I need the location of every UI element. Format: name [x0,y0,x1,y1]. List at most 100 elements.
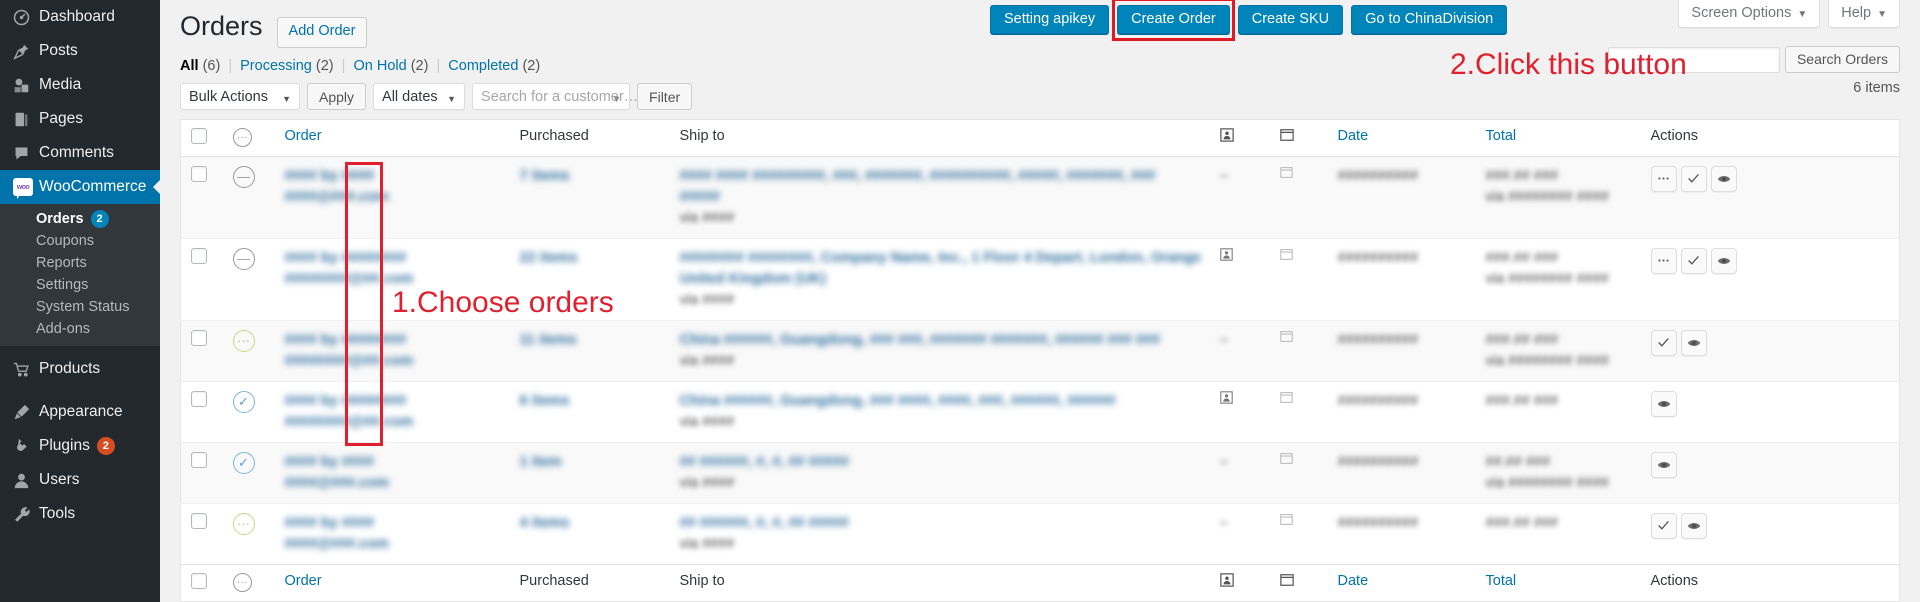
submenu-item-reports[interactable]: Reports [0,252,160,274]
row-order-cell[interactable]: #### by ########@###.com [275,442,510,503]
add-order-button[interactable]: Add Order [277,17,368,48]
column-order[interactable]: Order [275,119,510,156]
status-circle-icon: ··· [233,573,252,592]
row-order-cell[interactable]: #### by ################@##.com [275,238,510,320]
row-order-cell[interactable]: #### by ########@###.com [275,156,510,238]
submenu-item-coupons[interactable]: Coupons [0,230,160,252]
column-order-footer[interactable]: Order [275,564,510,601]
sidebar-item-dashboard[interactable]: Dashboard [0,0,160,34]
plugin-action-buttons: Setting apikey Create Order Create SKU G… [990,5,1507,34]
sidebar-item-label: Comments [39,145,114,161]
ship-to-address: ## ######, #, #, ## ##### [680,452,1200,473]
preview-order-button[interactable] [1681,513,1707,539]
row-order-cell[interactable]: #### by ########@###.com [275,503,510,564]
column-status-footer[interactable]: ··· [223,564,275,601]
row-status-cell: ✓ [223,381,275,442]
sidebar-item-comments[interactable]: Comments [0,136,160,170]
column-select-all[interactable] [181,119,223,156]
row-checkbox-cell[interactable] [181,503,223,564]
row-order-cell[interactable]: #### by ################@##.com [275,320,510,381]
divider: | [342,58,346,74]
mark-complete-button[interactable] [1651,513,1677,539]
more-actions-button[interactable] [1651,248,1677,274]
order-total: ###.## ### [1486,248,1631,269]
sidebar-item-products[interactable]: Products [0,352,160,386]
row-ship-to-cell: China ######, Guangdong, ### ####, ####,… [670,381,1210,442]
more-actions-button[interactable] [1651,166,1677,192]
create-sku-button[interactable]: Create SKU [1238,5,1343,34]
column-select-all-footer[interactable] [181,564,223,601]
sidebar-item-plugins[interactable]: Plugins 2 [0,429,160,463]
mark-complete-button[interactable] [1681,166,1707,192]
note-icon [1280,573,1294,591]
go-to-chinadivision-button[interactable]: Go to ChinaDivision [1351,5,1507,34]
preview-order-button[interactable] [1651,452,1677,478]
sidebar-item-pages[interactable]: Pages [0,102,160,136]
filter-link-on-hold[interactable]: On Hold (2) [353,58,428,74]
plugins-count-badge: 2 [97,437,115,455]
row-checkbox[interactable] [191,166,207,182]
row-actions-cell [1641,381,1900,442]
sidebar-item-label: Pages [39,111,83,127]
submenu-item-add-ons[interactable]: Add-ons [0,318,160,340]
select-all-checkbox[interactable] [191,573,207,589]
apply-button[interactable]: Apply [307,83,366,110]
preview-order-button[interactable] [1711,248,1737,274]
order-email: ####@###.com [285,187,500,208]
order-total-method: via ######## #### [1486,473,1631,494]
submenu-item-orders[interactable]: Orders 2 [0,208,160,230]
filter-label: On Hold [353,58,406,74]
filter-link-completed[interactable]: Completed (2) [448,58,540,74]
filter-button[interactable]: Filter [637,83,692,110]
row-checkbox[interactable] [191,513,207,529]
filter-link-all[interactable]: All (6) [180,58,220,74]
column-purchased-footer: Purchased [510,564,670,601]
submenu-item-settings[interactable]: Settings [0,274,160,296]
sidebar-item-appearance[interactable]: Appearance [0,395,160,429]
go-to-chinadivision-wrap: Go to ChinaDivision [1351,5,1507,34]
row-checkbox[interactable] [191,391,207,407]
column-date[interactable]: Date [1328,119,1476,156]
origin-icon [1220,573,1234,591]
preview-order-button[interactable] [1711,166,1737,192]
select-all-checkbox[interactable] [191,128,207,144]
row-checkbox-cell[interactable] [181,381,223,442]
column-note-footer [1270,564,1328,601]
row-checkbox-cell[interactable] [181,442,223,503]
search-orders-button[interactable]: Search Orders [1785,46,1900,73]
row-checkbox-cell[interactable] [181,238,223,320]
sidebar-item-tools[interactable]: Tools [0,497,160,531]
column-total-footer[interactable]: Total [1476,564,1641,601]
filter-link-processing[interactable]: Processing (2) [240,58,334,74]
mark-complete-button[interactable] [1651,330,1677,356]
customer-search-select[interactable]: Search for a customer… ▼ [472,83,630,110]
sidebar-item-users[interactable]: Users [0,463,160,497]
column-total[interactable]: Total [1476,119,1641,156]
bulk-actions-select[interactable]: Bulk Actions ▼ [180,83,300,110]
row-checkbox[interactable] [191,330,207,346]
column-status[interactable]: ··· [223,119,275,156]
preview-order-button[interactable] [1681,330,1707,356]
row-order-cell[interactable]: #### by ################@##.com [275,381,510,442]
row-checkbox[interactable] [191,248,207,264]
row-checkbox[interactable] [191,452,207,468]
sidebar-divider [0,386,160,395]
setting-apikey-button[interactable]: Setting apikey [990,5,1109,34]
row-checkbox-cell[interactable] [181,320,223,381]
sidebar-item-media[interactable]: Media [0,68,160,102]
help-button[interactable]: Help▼ [1828,0,1900,28]
mark-complete-button[interactable] [1681,248,1707,274]
row-checkbox-cell[interactable] [181,156,223,238]
screen-options-button[interactable]: Screen Options▼ [1678,0,1820,28]
sidebar-item-woocommerce[interactable]: woo WooCommerce [0,170,160,204]
column-date-footer[interactable]: Date [1328,564,1476,601]
submenu-item-system-status[interactable]: System Status [0,296,160,318]
search-input[interactable] [1608,47,1780,73]
ship-to-address: China ######, Guangdong, ### ####, ####,… [680,391,1200,412]
ship-to-address-line2: ##### [680,187,1200,208]
preview-order-button[interactable] [1651,391,1677,417]
sidebar-item-posts[interactable]: Posts [0,34,160,68]
date-filter-select[interactable]: All dates ▼ [373,83,465,110]
column-label: Order [285,128,322,144]
create-order-button[interactable]: Create Order [1117,5,1230,34]
